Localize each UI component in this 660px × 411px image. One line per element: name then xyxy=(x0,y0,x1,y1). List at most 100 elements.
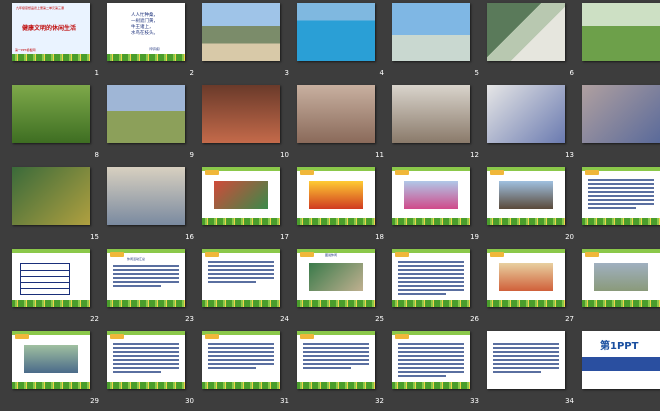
slide-preview[interactable] xyxy=(107,167,185,225)
slide-header-text: 九年级思想品德上册第二单元第三课 xyxy=(16,6,65,10)
slide-preview[interactable] xyxy=(582,3,660,61)
slide-preview[interactable] xyxy=(12,167,90,225)
slide-thumbnail-20[interactable]: 20 xyxy=(487,167,582,247)
slide-preview[interactable] xyxy=(12,85,90,143)
slide-thumbnail-19[interactable]: 19 xyxy=(392,167,487,247)
slide-thumbnail-16[interactable]: 16 xyxy=(107,167,202,247)
slide-preview[interactable] xyxy=(392,331,470,389)
slide-thumbnail-14[interactable]: 14 xyxy=(582,85,660,165)
slide-text-line xyxy=(493,351,559,353)
slide-preview[interactable] xyxy=(202,167,280,225)
slide-text-line xyxy=(208,363,274,365)
slide-preview[interactable] xyxy=(12,249,90,307)
slide-text-line xyxy=(208,343,274,345)
slide-thumbnail-34[interactable]: 34 xyxy=(487,331,582,411)
slide-preview[interactable] xyxy=(392,3,470,61)
slide-thumbnail-32[interactable]: 32 xyxy=(297,331,392,411)
slide-thumbnail-17[interactable]: 17 xyxy=(202,167,297,247)
slide-preview[interactable] xyxy=(202,249,280,307)
slide-preview[interactable]: 休闲活动汇总 xyxy=(107,249,185,307)
slide-preview[interactable]: 九年级思想品德上册第二单元第三课 健康文明的休闲生活 第一PPT模板网 xyxy=(12,3,90,61)
slide-thumbnail-2[interactable]: 人人忙种桑， 一树遮门黄， 牛王诸上， 水鸟在枝头。 （辛弃疾） 2 xyxy=(107,3,202,83)
slide-thumbnail-28[interactable]: 28 xyxy=(582,249,660,329)
slide-preview[interactable] xyxy=(202,85,280,143)
slide-thumbnail-33[interactable]: 33 xyxy=(392,331,487,411)
slide-thumbnail-9[interactable]: 9 xyxy=(107,85,202,165)
slide-thumbnail-22[interactable]: 22 xyxy=(12,249,107,329)
slide-text-line xyxy=(303,355,369,357)
slide-number: 34 xyxy=(565,397,574,405)
slide-preview[interactable] xyxy=(392,85,470,143)
slide-thumbnail-7[interactable]: 7 xyxy=(582,3,660,83)
slide-thumbnail-26[interactable]: 26 xyxy=(392,249,487,329)
slide-preview[interactable] xyxy=(392,167,470,225)
slide-tag xyxy=(490,252,504,257)
slide-preview[interactable] xyxy=(202,3,280,61)
slide-preview[interactable]: 人人忙种桑， 一树遮门黄， 牛王诸上， 水鸟在枝头。 （辛弃疾） xyxy=(107,3,185,61)
slide-number: 12 xyxy=(470,151,479,159)
slide-preview[interactable] xyxy=(297,85,375,143)
slide-preview[interactable]: 第1PPT xyxy=(582,331,660,389)
slide-preview[interactable] xyxy=(487,167,565,225)
slide-preview[interactable] xyxy=(487,331,565,389)
slide-preview[interactable] xyxy=(392,249,470,307)
slide-thumbnail-6[interactable]: 6 xyxy=(487,3,582,83)
slide-text-line xyxy=(398,363,464,365)
slide-thumbnail-35[interactable]: 第1PPT35 xyxy=(582,331,660,411)
slide-number: 31 xyxy=(280,397,289,405)
slide-text-line xyxy=(303,351,369,353)
slide-preview[interactable] xyxy=(582,167,660,225)
slide-thumbnail-27[interactable]: 27 xyxy=(487,249,582,329)
slide-preview[interactable] xyxy=(297,167,375,225)
slide-number: 15 xyxy=(90,233,99,241)
slide-thumbnail-23[interactable]: 休闲活动汇总 23 xyxy=(107,249,202,329)
slide-thumbnail-18[interactable]: 18 xyxy=(297,167,392,247)
slide-photo xyxy=(404,181,458,209)
slide-photo xyxy=(202,85,280,143)
slide-thumbnail-3[interactable]: 3 xyxy=(202,3,297,83)
slide-thumbnail-15[interactable]: 15 xyxy=(12,167,107,247)
slide-preview[interactable] xyxy=(487,3,565,61)
slide-text-line xyxy=(303,347,369,349)
slide-preview[interactable] xyxy=(487,249,565,307)
slide-thumbnail-29[interactable]: 29 xyxy=(12,331,107,411)
slide-thumbnail-4[interactable]: 4 xyxy=(297,3,392,83)
slide-thumbnail-31[interactable]: 31 xyxy=(202,331,297,411)
slide-tag xyxy=(300,252,314,257)
slide-preview[interactable] xyxy=(582,249,660,307)
slide-number: 5 xyxy=(474,69,479,77)
slide-text-line xyxy=(113,277,179,279)
slide-thumbnail-1[interactable]: 九年级思想品德上册第二单元第三课 健康文明的休闲生活 第一PPT模板网 1 xyxy=(12,3,107,83)
slide-thumbnail-12[interactable]: 12 xyxy=(392,85,487,165)
poem-line: 水鸟在枝头。 xyxy=(131,31,158,36)
slide-preview[interactable]: 图说休闲 xyxy=(297,249,375,307)
slide-preview[interactable] xyxy=(107,331,185,389)
slide-thumbnail-11[interactable]: 11 xyxy=(297,85,392,165)
slide-thumbnail-10[interactable]: 10 xyxy=(202,85,297,165)
slide-thumbnail-5[interactable]: 5 xyxy=(392,3,487,83)
slide-thumbnail-24[interactable]: 24 xyxy=(202,249,297,329)
slide-preview[interactable] xyxy=(297,331,375,389)
slide-text-line xyxy=(588,191,654,193)
slide-thumbnail-30[interactable]: 30 xyxy=(107,331,202,411)
slide-text-line xyxy=(113,269,179,271)
slide-preview[interactable] xyxy=(107,85,185,143)
slide-photo xyxy=(107,167,185,225)
slide-preview[interactable] xyxy=(487,85,565,143)
slide-thumbnail-25[interactable]: 图说休闲 25 xyxy=(297,249,392,329)
slide-text-line xyxy=(398,375,446,377)
slide-preview[interactable] xyxy=(202,331,280,389)
slide-number: 25 xyxy=(375,315,384,323)
slide-text-line xyxy=(113,281,179,283)
slide-thumbnail-21[interactable]: 21 xyxy=(582,167,660,247)
slide-number: 2 xyxy=(189,69,194,77)
slide-poem: 人人忙种桑， 一树遮门黄， 牛王诸上， 水鸟在枝头。 xyxy=(131,13,158,37)
slide-number: 19 xyxy=(470,233,479,241)
slide-thumbnail-8[interactable]: 8 xyxy=(12,85,107,165)
slide-preview[interactable] xyxy=(297,3,375,61)
slide-text-line xyxy=(303,359,369,361)
slide-preview[interactable] xyxy=(582,85,660,143)
slide-preview[interactable] xyxy=(12,331,90,389)
slide-footer-text: 第一PPT模板网 xyxy=(15,48,36,52)
slide-thumbnail-13[interactable]: 13 xyxy=(487,85,582,165)
